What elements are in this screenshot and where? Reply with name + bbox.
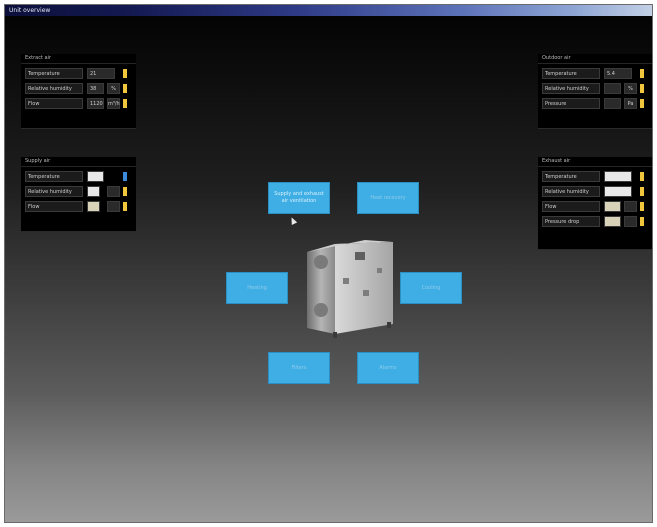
row-label: Relative humidity — [25, 186, 83, 197]
row-value[interactable] — [87, 201, 100, 212]
air-handling-unit-image — [307, 240, 393, 338]
data-row[interactable]: Relative humidity — [538, 186, 652, 197]
row-value[interactable] — [604, 216, 621, 227]
panel-mid-right: Exhaust air Temperature Relative humidit… — [538, 157, 652, 250]
status-indicator — [640, 202, 644, 211]
status-indicator — [123, 187, 127, 196]
row-value[interactable]: 5.4 — [604, 68, 632, 79]
row-unit: Pa — [624, 98, 637, 109]
row-label: Pressure — [542, 98, 600, 109]
row-unit: % — [624, 83, 637, 94]
row-label: Relative humidity — [542, 186, 600, 197]
data-row[interactable]: Temperature 21 — [21, 68, 136, 79]
tile-cooling[interactable]: Cooling — [400, 272, 462, 304]
row-label: Relative humidity — [542, 83, 600, 94]
tile-label: Cooling — [421, 284, 441, 291]
mouse-cursor-icon — [288, 216, 298, 225]
row-value[interactable] — [604, 201, 621, 212]
row-unit: % — [107, 83, 120, 94]
data-row[interactable]: Relative humidity 38 % — [21, 83, 136, 94]
status-indicator — [640, 84, 644, 93]
status-indicator — [640, 69, 644, 78]
status-indicator — [640, 217, 644, 226]
app-window: Unit overview Extract air Temperature 21… — [4, 4, 653, 523]
status-indicator — [123, 69, 127, 78]
tile-alarms[interactable]: Alarms — [357, 352, 419, 384]
row-unit — [624, 201, 637, 212]
panel-top-left: Extract air Temperature 21 Relative humi… — [21, 54, 136, 129]
data-row[interactable]: Relative humidity — [21, 186, 136, 197]
row-value[interactable] — [87, 186, 100, 197]
window-title: Unit overview — [9, 7, 51, 14]
tile-label: Alarms — [379, 364, 397, 371]
row-unit — [107, 186, 120, 197]
panel-title: Exhaust air — [538, 157, 652, 167]
tile-label: Heat recovery — [370, 194, 406, 201]
row-unit — [624, 216, 637, 227]
data-row[interactable]: Pressure Pa — [538, 98, 652, 109]
row-label: Temperature — [542, 68, 600, 79]
row-value[interactable]: 38 — [87, 83, 104, 94]
tile-label: Filters — [291, 364, 307, 371]
panel-mid-left: Supply air Temperature Relative humidity… — [21, 157, 136, 232]
tile-filters[interactable]: Filters — [268, 352, 330, 384]
data-row[interactable]: Temperature — [21, 171, 136, 182]
tile-heating[interactable]: Heating — [226, 272, 288, 304]
title-bar: Unit overview — [5, 5, 652, 16]
status-indicator — [640, 187, 644, 196]
row-label: Flow — [25, 98, 83, 109]
row-unit — [107, 201, 120, 212]
status-indicator — [123, 172, 127, 181]
data-row[interactable]: Flow — [21, 201, 136, 212]
row-label: Flow — [25, 201, 83, 212]
row-value[interactable]: 21 — [87, 68, 115, 79]
row-label: Temperature — [542, 171, 600, 182]
status-indicator — [123, 84, 127, 93]
row-unit: m³/h — [107, 98, 120, 109]
data-row[interactable]: Pressure drop — [538, 216, 652, 227]
tile-label: Heating — [247, 284, 267, 291]
data-row[interactable]: Flow — [538, 201, 652, 212]
status-indicator — [123, 99, 127, 108]
row-value[interactable] — [87, 171, 104, 182]
panel-title: Outdoor air — [538, 54, 652, 64]
row-label: Pressure drop — [542, 216, 600, 227]
panel-title: Supply air — [21, 157, 136, 167]
row-label: Temperature — [25, 171, 83, 182]
row-value[interactable] — [604, 186, 632, 197]
panel-title: Extract air — [21, 54, 136, 64]
data-row[interactable]: Flow 1120 m³/h — [21, 98, 136, 109]
status-indicator — [640, 172, 644, 181]
row-value[interactable] — [604, 83, 621, 94]
data-row[interactable]: Relative humidity % — [538, 83, 652, 94]
status-indicator — [640, 99, 644, 108]
status-indicator — [123, 202, 127, 211]
row-value[interactable] — [604, 171, 632, 182]
row-label: Flow — [542, 201, 600, 212]
row-value[interactable] — [604, 98, 621, 109]
tile-supply-exhaust[interactable]: Supply and exhaust air ventilation — [268, 182, 330, 214]
data-row[interactable]: Temperature — [538, 171, 652, 182]
tile-heat-recovery[interactable]: Heat recovery — [357, 182, 419, 214]
row-value[interactable]: 1120 — [87, 98, 104, 109]
row-label: Temperature — [25, 68, 83, 79]
panel-top-right: Outdoor air Temperature 5.4 Relative hum… — [538, 54, 652, 129]
data-row[interactable]: Temperature 5.4 — [538, 68, 652, 79]
row-label: Relative humidity — [25, 83, 83, 94]
tile-label: Supply and exhaust air ventilation — [274, 191, 324, 204]
